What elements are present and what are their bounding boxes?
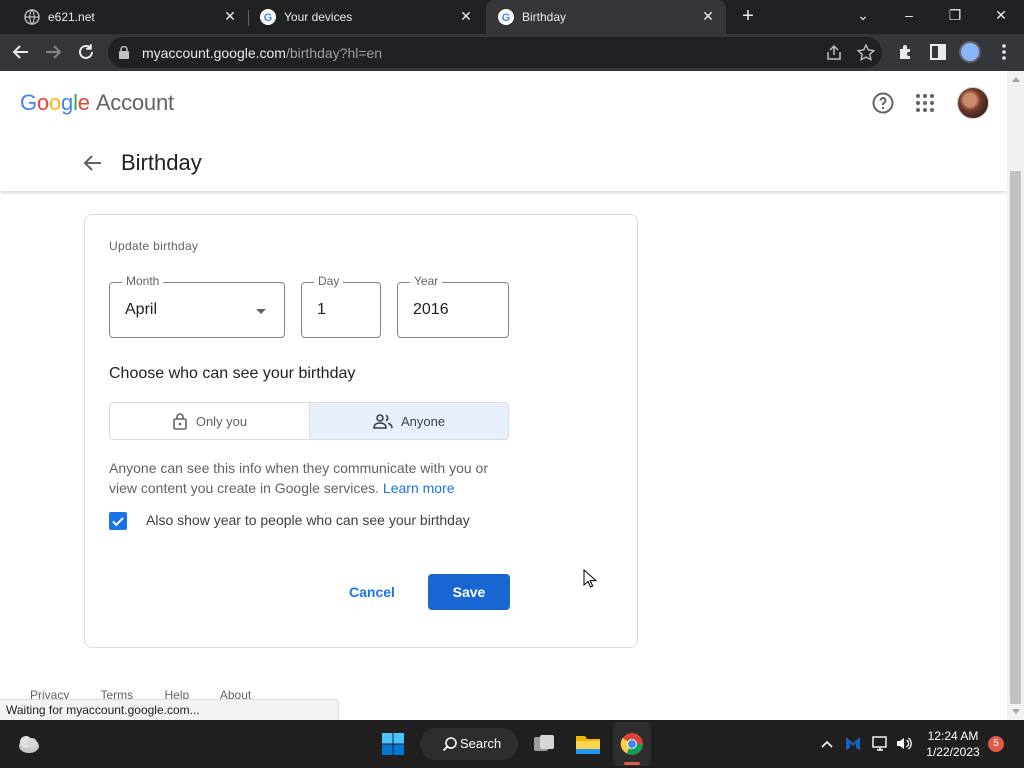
chrome-taskbar-item[interactable] (613, 722, 651, 766)
mouse-cursor-icon (583, 569, 597, 588)
checkmark-icon (112, 517, 124, 527)
reload-icon[interactable] (75, 41, 97, 63)
day-value: 1 (317, 301, 326, 318)
visibility-description: Anyone can see this info when they commu… (109, 460, 488, 496)
only-you-option[interactable]: Only you (110, 403, 309, 439)
browser-toolbar: myaccount.google.com/birthday?hl=en (0, 34, 1024, 71)
side-panel-icon[interactable] (928, 42, 948, 62)
scroll-up-icon[interactable] (1012, 77, 1020, 82)
clock-time: 12:24 AM (927, 729, 979, 743)
file-explorer-icon[interactable] (575, 732, 601, 756)
month-select[interactable]: Month April (109, 274, 285, 338)
page-content: Google Account Birthday Update birthday M… (0, 71, 1007, 720)
back-arrow-icon[interactable] (10, 41, 32, 63)
section-label: Update birthday (109, 239, 199, 253)
year-label: Year (410, 274, 443, 288)
scrollbar-thumb[interactable] (1010, 171, 1021, 704)
search-icon (442, 737, 457, 752)
year-input[interactable]: Year 2016 (397, 274, 509, 338)
month-value: April (125, 301, 158, 318)
learn-more-link[interactable]: Learn more (383, 480, 455, 496)
lock-icon (173, 413, 187, 430)
taskbar-search[interactable]: Search (420, 728, 518, 760)
svg-text:G: G (502, 12, 511, 24)
year-value: 2016 (413, 301, 449, 318)
volume-icon[interactable] (895, 734, 913, 752)
active-app-indicator (624, 762, 640, 765)
more-vert-icon[interactable] (994, 42, 1014, 62)
google-g-icon: G (498, 9, 514, 25)
account-header: Google Account Birthday (0, 71, 1007, 191)
google-account-logo[interactable]: Google Account (20, 90, 174, 116)
notification-badge[interactable]: 5 (988, 736, 1004, 752)
restore-button[interactable]: ❐ (942, 4, 968, 26)
tab-title: e621.net (48, 10, 95, 24)
month-label: Month (122, 274, 164, 288)
clock-date: 1/22/2023 (926, 745, 980, 759)
people-icon (373, 414, 393, 429)
tab-your-devices[interactable]: G Your devices ✕ (240, 0, 484, 34)
visibility-toggle: Only you Anyone (109, 402, 509, 440)
close-tab-icon[interactable]: ✕ (222, 8, 238, 24)
account-label: Account (95, 90, 174, 115)
tab-title: Your devices (284, 10, 353, 24)
url-text: myaccount.google.com/birthday?hl=en (142, 45, 383, 61)
apps-grid-icon[interactable] (913, 91, 937, 115)
tab-title: Birthday (522, 10, 567, 24)
tab-birthday[interactable]: G Birthday ✕ (486, 0, 726, 34)
close-window-button[interactable]: ✕ (988, 4, 1014, 26)
back-arrow-icon[interactable] (82, 152, 104, 174)
birthday-form-card: Update birthday Month April Day 1 Year 2… (84, 214, 638, 648)
minimize-button[interactable]: – (896, 4, 922, 26)
tab-e621[interactable]: e621.net ✕ (4, 0, 248, 34)
task-view-icon[interactable] (532, 732, 556, 756)
anyone-label: Anyone (400, 413, 446, 429)
help-icon[interactable] (871, 91, 895, 115)
close-tab-icon[interactable]: ✕ (700, 8, 716, 24)
cancel-button[interactable]: Cancel (337, 574, 407, 610)
google-g-icon: G (260, 9, 276, 25)
globe-icon (24, 9, 40, 25)
tab-strip: e621.net ✕ G Your devices ✕ G Birthday ✕… (0, 0, 1024, 34)
share-icon[interactable] (824, 43, 844, 63)
bookmark-star-icon[interactable] (856, 43, 876, 63)
network-icon[interactable] (871, 734, 889, 752)
status-bubble: Waiting for myaccount.google.com... (0, 699, 339, 720)
windows-taskbar: Search 12:24 AM 1/22/2023 5 (0, 720, 1024, 768)
svg-text:G: G (264, 12, 273, 24)
scroll-down-icon[interactable] (1012, 709, 1020, 714)
day-input[interactable]: Day 1 (301, 274, 381, 338)
show-year-label[interactable]: Also show year to people who can see you… (146, 512, 470, 528)
taskbar-clock[interactable]: 12:24 AM 1/22/2023 (920, 728, 986, 760)
profile-avatar[interactable] (959, 41, 981, 63)
tab-search-chevron-icon[interactable]: ⌄ (850, 4, 876, 26)
show-year-checkbox[interactable] (109, 512, 127, 530)
forward-arrow-icon[interactable] (42, 41, 64, 63)
save-button[interactable]: Save (428, 574, 510, 610)
google-wordmark: Google (20, 90, 90, 115)
search-label: Search (460, 736, 502, 751)
windows-start-icon[interactable] (381, 732, 405, 756)
new-tab-button[interactable]: + (738, 6, 758, 26)
chevron-up-icon[interactable] (820, 737, 834, 751)
visibility-title: Choose who can see your birthday (109, 365, 356, 382)
only-you-label: Only you (195, 413, 248, 429)
day-label: Day (314, 274, 344, 288)
malwarebytes-icon[interactable] (844, 734, 862, 752)
page-title: Birthday (121, 150, 202, 175)
chrome-icon (620, 733, 643, 755)
extensions-puzzle-icon[interactable] (896, 42, 916, 62)
close-tab-icon[interactable]: ✕ (458, 8, 474, 24)
weather-cloud-icon[interactable] (16, 732, 42, 756)
page-scrollbar[interactable] (1007, 71, 1024, 720)
dropdown-caret-icon (256, 309, 266, 314)
address-bar[interactable]: myaccount.google.com/birthday?hl=en (108, 37, 882, 68)
lock-icon[interactable] (118, 46, 130, 59)
account-avatar[interactable] (957, 87, 989, 119)
anyone-option[interactable]: Anyone (309, 403, 508, 439)
